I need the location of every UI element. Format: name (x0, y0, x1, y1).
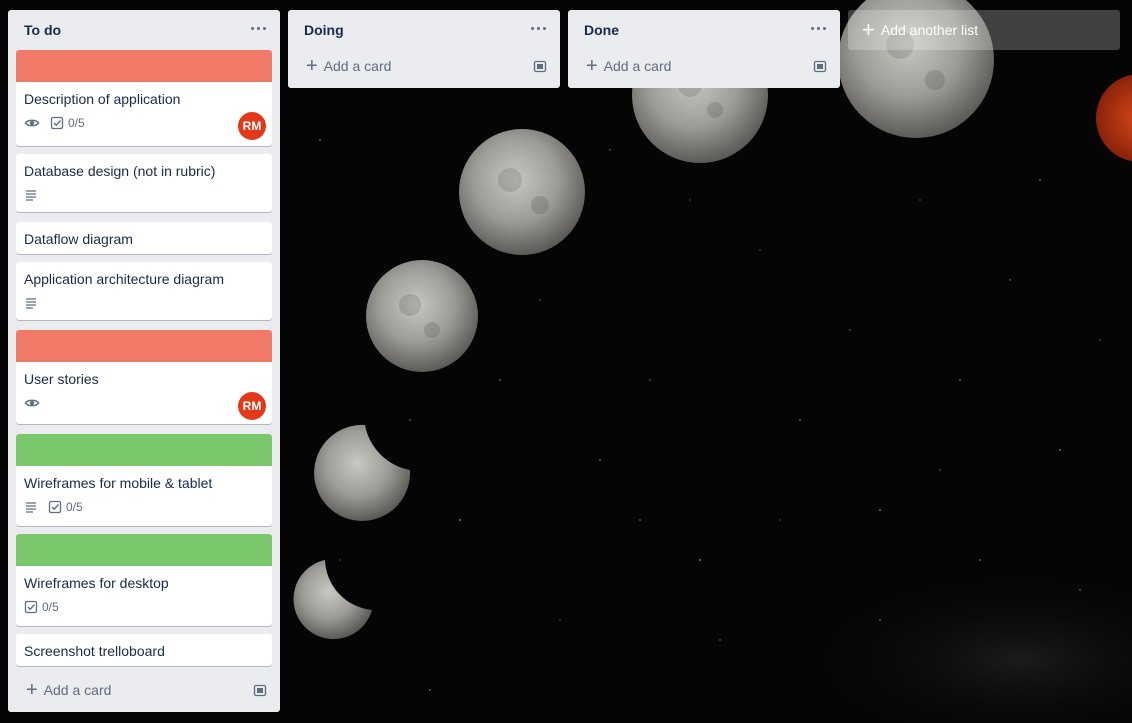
card-dataflow-diagram[interactable]: Dataflow diagram (16, 222, 272, 254)
plus-icon: + (306, 55, 318, 77)
plus-icon: + (862, 17, 875, 42)
add-card-label: Add a card (323, 58, 392, 74)
list-header[interactable]: To do (8, 10, 280, 48)
card-title: Application architecture diagram (24, 271, 224, 287)
card-user-stories[interactable]: User stories RM (16, 330, 272, 424)
description-lines-icon (24, 296, 38, 310)
card-cover (16, 434, 272, 466)
checklist-badge: 0/5 (24, 600, 59, 614)
card-template-icon[interactable] (528, 54, 552, 78)
add-list-label: Add another list (880, 22, 979, 38)
card-badges (16, 288, 272, 312)
card-title: Database design (not in rubric) (24, 163, 216, 179)
card-title: Wireframes for mobile & tablet (24, 475, 213, 491)
description-lines-icon (24, 188, 38, 202)
card-title: Wireframes for desktop (24, 575, 169, 591)
card-wireframes-mobile-tablet[interactable]: Wireframes for mobile & tablet 0/5 (16, 434, 272, 526)
plus-icon: + (586, 55, 598, 77)
add-card-label: Add a card (603, 58, 672, 74)
card-badges: 0/5 (16, 492, 272, 516)
card-title: Description of application (24, 91, 181, 107)
add-list-button[interactable]: + Add another list (848, 10, 1120, 50)
checklist-count: 0/5 (42, 600, 59, 614)
card-database-design[interactable]: Database design (not in rubric) (16, 154, 272, 212)
card-screenshot-trelloboard[interactable]: Screenshot trelloboard (16, 634, 272, 666)
eye-icon (24, 395, 40, 411)
checkbox-icon (24, 600, 38, 614)
checkbox-icon (48, 500, 62, 514)
more-horizontal-icon[interactable] (526, 16, 550, 40)
card-cover (16, 534, 272, 566)
eye-icon (24, 115, 40, 131)
card-badges: 0/5 (16, 108, 272, 132)
card-wireframes-desktop[interactable]: Wireframes for desktop 0/5 (16, 534, 272, 626)
add-card-button[interactable]: + Add a card (16, 676, 272, 704)
card-application-architecture-diagram[interactable]: Application architecture diagram (16, 262, 272, 320)
list-doing: Doing + Add a card (288, 10, 560, 88)
list-title[interactable]: To do (24, 22, 61, 38)
list-header[interactable]: Doing (288, 10, 560, 48)
add-card-button[interactable]: + Add a card (296, 52, 552, 80)
more-horizontal-icon[interactable] (246, 16, 270, 40)
card-badges (16, 388, 272, 412)
card-cover (16, 330, 272, 362)
card-cover (16, 50, 272, 82)
plus-icon: + (26, 679, 38, 701)
card-title: Dataflow diagram (24, 231, 133, 247)
checkbox-icon (50, 116, 64, 130)
add-card-label: Add a card (43, 682, 112, 698)
list-title[interactable]: Done (584, 22, 619, 38)
checklist-count: 0/5 (66, 500, 83, 514)
list-to-do: To do Description of application 0/5 RM … (8, 10, 280, 712)
card-badges (16, 180, 272, 204)
checklist-badge: 0/5 (48, 500, 83, 514)
card-description-of-application[interactable]: Description of application 0/5 RM (16, 50, 272, 146)
avatar[interactable]: RM (238, 392, 266, 420)
avatar[interactable]: RM (238, 112, 266, 140)
add-card-button[interactable]: + Add a card (576, 52, 832, 80)
card-title: Screenshot trelloboard (24, 643, 165, 659)
card-title: User stories (24, 371, 99, 387)
checklist-count: 0/5 (68, 116, 85, 130)
card-badges: 0/5 (16, 592, 272, 616)
more-horizontal-icon[interactable] (806, 16, 830, 40)
card-template-icon[interactable] (248, 678, 272, 702)
card-template-icon[interactable] (808, 54, 832, 78)
list-title[interactable]: Doing (304, 22, 344, 38)
list-done: Done + Add a card (568, 10, 840, 88)
checklist-badge: 0/5 (50, 116, 85, 130)
description-lines-icon (24, 500, 38, 514)
list-header[interactable]: Done (568, 10, 840, 48)
